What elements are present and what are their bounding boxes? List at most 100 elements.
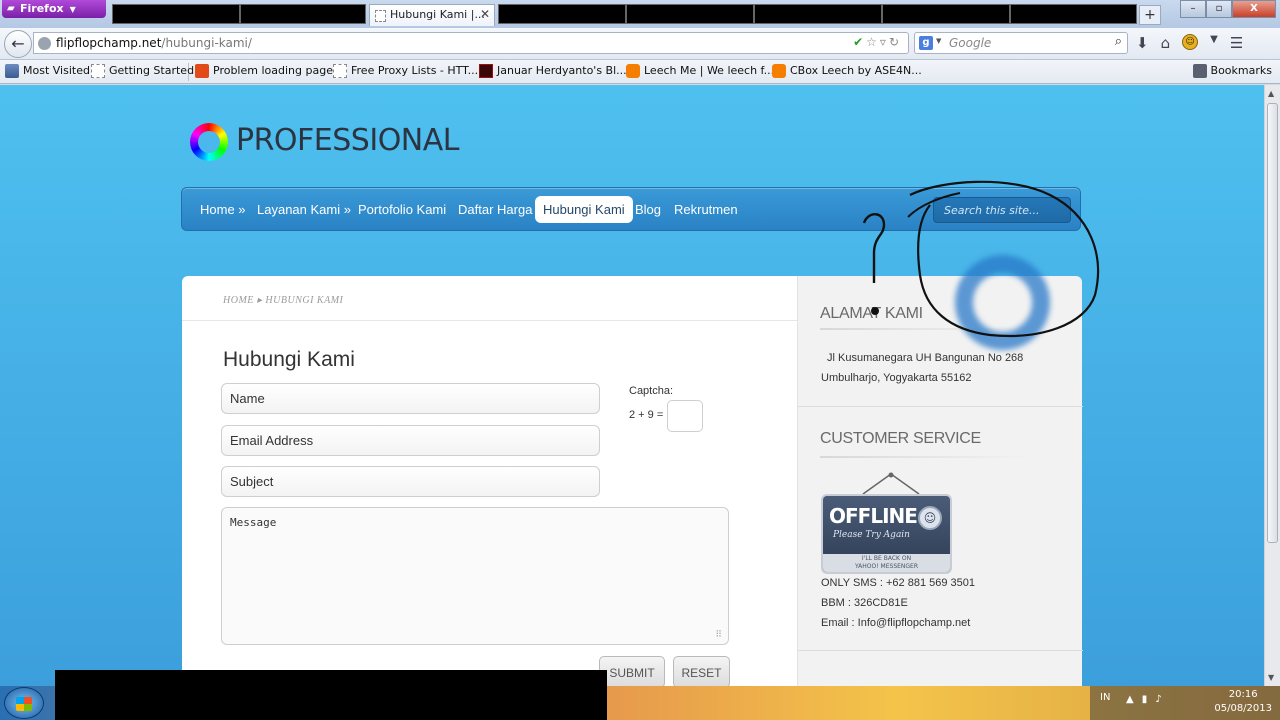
site-search-input[interactable]: Search this site... <box>933 197 1071 223</box>
new-tab-button[interactable]: + <box>1139 5 1161 25</box>
tab-redacted-3[interactable] <box>498 4 626 24</box>
heading-underline <box>820 456 1030 458</box>
blogger-icon <box>772 64 786 78</box>
bookmark-problem-loading[interactable]: Problem loading page <box>195 64 333 78</box>
firefox-menu-button[interactable]: ▰ Firefox ▼ <box>2 0 106 18</box>
home-icon[interactable]: ⌂ <box>1161 34 1171 52</box>
scroll-down-icon[interactable]: ▼ <box>1268 673 1274 682</box>
divider <box>798 650 1083 651</box>
yahoo-messenger-icon: ☺ <box>918 506 942 530</box>
clock[interactable]: 20:16 05/08/2013 <box>1214 688 1272 716</box>
start-button[interactable] <box>4 687 44 719</box>
nav-blog[interactable]: Blog <box>635 202 661 217</box>
back-arrow-icon: ← <box>11 34 25 53</box>
title-bar: ▰ Firefox ▼ Hubungi Kami |... ✕ + – ▫ X <box>0 0 1280 28</box>
bookmark-leech-me[interactable]: Leech Me | We leech f... <box>626 64 774 78</box>
bookmark-free-proxy[interactable]: Free Proxy Lists - HTT... <box>333 64 478 78</box>
sign-hanger-icon <box>862 472 920 495</box>
bookmark-most-visited[interactable]: Most Visited <box>5 64 90 78</box>
nav-daftar-harga[interactable]: Daftar Harga <box>458 202 532 217</box>
maximize-button[interactable]: ▫ <box>1206 0 1232 18</box>
page-title: Hubungi Kami <box>223 348 355 371</box>
bookmark-cbox-leech[interactable]: CBox Leech by ASE4N... <box>772 64 922 78</box>
check-icon[interactable]: ✔ <box>853 35 866 49</box>
captcha-label: Captcha: <box>629 385 674 397</box>
bookmark-januar[interactable]: Januar Herdyanto's Bl... <box>479 64 627 78</box>
menu-icon[interactable]: ☰ <box>1230 34 1243 52</box>
site-logo[interactable]: PROFESSIONAL <box>236 123 459 158</box>
nav-home[interactable]: Home » <box>200 202 246 217</box>
scroll-up-icon[interactable]: ▲ <box>1268 89 1274 98</box>
divider <box>798 406 1083 407</box>
site-icon <box>479 64 493 78</box>
page-icon <box>91 64 105 78</box>
bookmarks-toolbar: Most Visited Getting Started Problem loa… <box>0 60 1280 84</box>
captcha-input[interactable] <box>667 400 703 432</box>
nav-layanan-kami[interactable]: Layanan Kami » <box>257 202 351 217</box>
url-bar-icons: ✔☆▿↻ <box>853 35 902 49</box>
close-window-button[interactable]: X <box>1232 0 1276 18</box>
search-bar[interactable]: g ▼ Google ⌕ <box>914 32 1128 54</box>
minimize-button[interactable]: – <box>1180 0 1206 18</box>
sms-contact: ONLY SMS : +62 881 569 3501 <box>821 577 976 589</box>
page-icon <box>375 10 386 22</box>
offline-status-badge[interactable]: OFFLINE Please Try Again ☺ I'LL BE BACK … <box>821 494 952 574</box>
back-button[interactable]: ← <box>4 30 32 58</box>
nav-hubungi-kami[interactable]: Hubungi Kami <box>535 196 633 223</box>
message-textarea[interactable]: Message ⠿ <box>221 507 729 645</box>
reload-icon[interactable]: ↻ <box>889 35 902 49</box>
show-hidden-icons-icon[interactable]: ▲ <box>1126 694 1142 705</box>
tab-redacted-5[interactable] <box>754 4 882 24</box>
addon-smiley-icon[interactable]: ☺ <box>1182 34 1199 50</box>
name-input[interactable]: Name <box>221 383 600 414</box>
address-line-1: Jl Kusumanegara UH Bangunan No 268 <box>827 352 1024 364</box>
chevron-down-icon: ▼ <box>69 5 76 14</box>
tab-redacted-4[interactable] <box>626 4 754 24</box>
bookmark-getting-started[interactable]: Getting Started <box>91 64 194 78</box>
toolbar-icons: ⬇ ⌂ ☺ ▼ ☰ <box>1136 34 1243 52</box>
globe-icon <box>38 37 51 50</box>
nav-portofolio-kami[interactable]: Portofolio Kami <box>358 202 446 217</box>
blogger-icon <box>626 64 640 78</box>
submit-button[interactable]: SUBMIT <box>599 656 665 686</box>
star-icon[interactable]: ☆ <box>866 35 880 49</box>
scrollbar-thumb[interactable] <box>1267 103 1278 543</box>
page-icon <box>333 64 347 78</box>
taskbar-redacted-area <box>55 670 607 720</box>
divider <box>182 320 797 321</box>
download-icon[interactable]: ⬇ <box>1136 34 1149 52</box>
language-indicator[interactable]: IN <box>1100 692 1110 703</box>
logo-ring-icon[interactable] <box>190 123 228 161</box>
tab-redacted-2[interactable] <box>240 4 366 24</box>
subject-input[interactable]: Subject <box>221 466 600 497</box>
tab-hubungi-kami[interactable]: Hubungi Kami |... ✕ <box>369 4 495 26</box>
tray-icons: ▲▮♪ <box>1126 694 1170 705</box>
network-icon[interactable]: ▮ <box>1142 694 1156 705</box>
google-icon[interactable]: g <box>919 36 933 50</box>
breadcrumb-home[interactable]: HOME <box>223 295 254 306</box>
tab-close-icon[interactable]: ✕ <box>480 7 490 21</box>
search-input[interactable]: Google <box>949 36 991 50</box>
bookmarks-menu[interactable]: Bookmarks <box>1192 64 1272 78</box>
search-icon[interactable]: ⌕ <box>1115 34 1122 49</box>
tab-redacted-6[interactable] <box>882 4 1010 24</box>
tab-redacted-1[interactable] <box>112 4 240 24</box>
chevron-down-icon[interactable]: ▼ <box>936 37 941 45</box>
menu-dropdown-icon[interactable]: ▼ <box>1210 34 1218 52</box>
window-controls: – ▫ X <box>1180 0 1276 18</box>
vertical-scrollbar[interactable]: ▲ ▼ <box>1264 85 1280 686</box>
nav-rekrutmen[interactable]: Rekrutmen <box>674 202 738 217</box>
system-tray: IN ▲▮♪ 20:16 05/08/2013 <box>1090 686 1280 720</box>
volume-icon[interactable]: ♪ <box>1155 694 1169 705</box>
url-text[interactable]: flipflopchamp.net/hubungi-kami/ <box>56 36 252 50</box>
breadcrumb: HOME ▸ HUBUNGI KAMI <box>223 295 343 306</box>
tab-redacted-7[interactable] <box>1010 4 1137 24</box>
url-bar[interactable]: flipflopchamp.net/hubungi-kami/ ✔☆▿↻ <box>33 32 909 54</box>
reset-button[interactable]: RESET <box>673 656 730 686</box>
dropdown-icon[interactable]: ▿ <box>880 35 889 49</box>
address-line-2: Umbulharjo, Yogyakarta 55162 <box>821 372 972 384</box>
resize-grip-icon[interactable]: ⠿ <box>715 630 722 640</box>
main-navigation: Home » Layanan Kami » Portofolio Kami Da… <box>181 187 1081 231</box>
most-visited-icon <box>5 64 19 78</box>
email-input[interactable]: Email Address <box>221 425 600 456</box>
